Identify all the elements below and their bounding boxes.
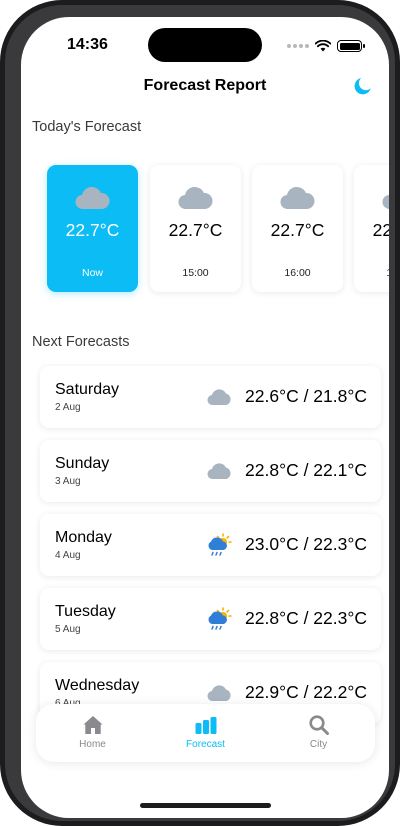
cloud-icon <box>280 186 315 210</box>
wifi-icon <box>315 40 331 52</box>
hour-temp: 22.7°C <box>270 220 325 240</box>
search-icon <box>309 715 329 735</box>
tab-home-label: Home <box>79 739 106 750</box>
hour-time: 15:00 <box>182 267 209 279</box>
tab-city-label: City <box>309 739 328 750</box>
forecast-day: Monday <box>55 529 112 546</box>
bar-chart-icon <box>195 717 217 734</box>
tab-forecast[interactable]: Forecast <box>149 704 262 762</box>
forecast-day: Wednesday <box>55 677 140 694</box>
sun-rain-icon <box>208 607 232 630</box>
tab-city[interactable]: City <box>262 704 375 762</box>
forecast-date: 5 Aug <box>55 624 81 635</box>
forecast-row[interactable]: Tuesday 5 Aug 22.8°C / 22.3°C <box>40 588 381 650</box>
hour-card[interactable]: 22.7°C 17:00 <box>354 165 389 292</box>
forecast-row[interactable]: Saturday 2 Aug 22.6°C / 21.8°C <box>40 366 381 428</box>
forecast-range: 23.0°C / 22.3°C <box>245 534 367 554</box>
tab-home[interactable]: Home <box>36 704 149 762</box>
forecast-range: 22.8°C / 22.1°C <box>245 460 367 480</box>
hour-temp: 22.7°C <box>65 220 120 240</box>
sun-rain-icon <box>208 533 232 556</box>
battery-icon <box>337 40 365 52</box>
cloud-icon <box>207 389 231 406</box>
status-icons <box>287 40 365 52</box>
today-section-title: Today's Forecast <box>32 119 142 135</box>
forecast-day: Tuesday <box>55 603 116 620</box>
hour-temp: 22.7°C <box>372 220 389 240</box>
dynamic-island <box>148 28 262 62</box>
moon-icon[interactable] <box>352 75 374 97</box>
page-title: Forecast Report <box>143 77 267 94</box>
cloud-icon <box>382 195 389 209</box>
tab-forecast-label: Forecast <box>186 739 225 750</box>
cloud-icon <box>207 463 231 480</box>
forecast-row[interactable]: Monday 4 Aug 23.0°C / 22.3°C <box>40 514 381 576</box>
hour-card[interactable]: 22.7°C Now <box>47 165 138 292</box>
forecast-date: 4 Aug <box>55 550 81 561</box>
home-indicator[interactable] <box>140 803 271 808</box>
hour-time: 17:00 <box>354 267 389 279</box>
hour-card[interactable]: 22.7°C 15:00 <box>150 165 241 292</box>
signal-icon <box>287 44 309 48</box>
device-frame: 14:36 Forecast Report Today's Forecast 2… <box>0 0 400 826</box>
forecast-range: 22.6°C / 21.8°C <box>245 386 367 406</box>
device-bezel: 14:36 Forecast Report Today's Forecast 2… <box>5 5 395 821</box>
app-screen: 14:36 Forecast Report Today's Forecast 2… <box>21 17 389 818</box>
forecast-day: Sunday <box>55 455 110 472</box>
hour-temp: 22.7°C <box>168 220 223 240</box>
cloud-icon <box>178 186 213 210</box>
status-time: 14:36 <box>67 36 108 53</box>
forecast-range: 22.8°C / 22.3°C <box>245 608 367 628</box>
tab-bar: Home Forecast City <box>36 704 375 762</box>
hour-card[interactable]: 22.7°C 16:00 <box>252 165 343 292</box>
forecast-date: 3 Aug <box>55 476 81 487</box>
forecast-range: 22.9°C / 22.2°C <box>245 682 367 702</box>
forecast-date: 2 Aug <box>55 402 81 413</box>
cloud-icon <box>75 186 110 210</box>
hour-time: Now <box>81 267 103 279</box>
next-section-title: Next Forecasts <box>32 334 130 350</box>
cloud-icon <box>207 685 231 702</box>
home-icon <box>83 716 103 734</box>
hour-time: 16:00 <box>284 267 311 279</box>
forecast-row[interactable]: Sunday 3 Aug 22.8°C / 22.1°C <box>40 440 381 502</box>
forecast-day: Saturday <box>55 381 120 398</box>
